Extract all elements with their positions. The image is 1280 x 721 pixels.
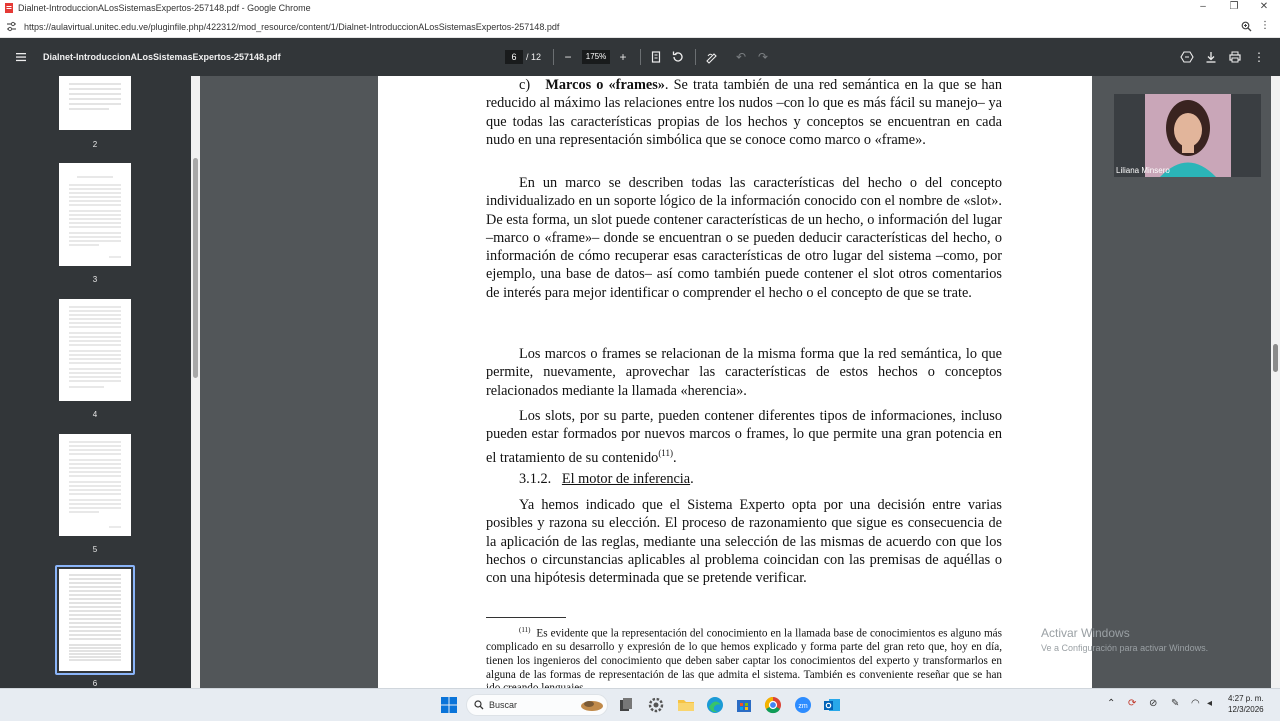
paragraph-end: . (672, 449, 677, 466)
pdf-icon (5, 3, 13, 13)
paragraph-text: En un marco se describen todas las carac… (486, 175, 1002, 301)
microphone-icon[interactable]: ✎ (1171, 698, 1179, 709)
thumbnail-page-6[interactable] (59, 569, 131, 671)
pdf-toolbar: Dialnet-IntroduccionALosSistemasExpertos… (0, 38, 1280, 76)
url-text[interactable]: https://aulavirtual.unitec.edu.ve/plugin… (24, 22, 559, 32)
page-total: / 12 (526, 52, 542, 62)
settings-icon[interactable] (646, 695, 666, 715)
window-title: Dialnet-IntroduccionALosSistemasExpertos… (18, 3, 311, 13)
task-view-icon[interactable] (616, 695, 636, 715)
thumbnail-page-4[interactable] (59, 299, 131, 401)
chrome-icon[interactable] (763, 695, 783, 715)
volume-icon[interactable]: ◂ (1207, 698, 1212, 709)
thumbnail-label: 5 (92, 545, 98, 554)
fit-page-icon[interactable] (649, 50, 663, 64)
footnote-ref[interactable]: (11) (658, 448, 673, 458)
thumbnail-page-2[interactable] (59, 76, 131, 130)
thumbnail-sidebar: 2 3 4 5 6 (0, 76, 200, 688)
download-icon[interactable] (1204, 50, 1218, 64)
more-options-icon[interactable]: ⋮ (1252, 50, 1266, 64)
paragraph-motor: Ya hemos indicado que el Sistema Experto… (486, 496, 1002, 587)
annotate-icon[interactable] (705, 50, 719, 64)
thumbnail-label: 4 (92, 410, 98, 419)
participant-avatar (1114, 94, 1261, 177)
close-button[interactable]: ✕ (1254, 1, 1274, 12)
document-scrollbar[interactable] (1271, 76, 1280, 688)
site-info-icon[interactable] (6, 21, 17, 32)
zoom-out-icon[interactable]: − (561, 50, 575, 64)
outlook-icon[interactable] (822, 695, 842, 715)
thumbnail-page-3[interactable] (59, 163, 131, 266)
zoom-input[interactable]: 175% (582, 50, 610, 64)
restore-button[interactable]: ❐ (1224, 1, 1244, 12)
document-scrollbar-thumb[interactable] (1273, 344, 1278, 372)
heading-number: 3.1.2. (519, 471, 552, 487)
clock-time: 4:27 p. m. (1228, 694, 1264, 703)
activation-watermark: Activar Windows (1041, 626, 1130, 640)
sidebar-scrollbar-thumb[interactable] (193, 158, 198, 378)
thumbnail-label: 3 (92, 275, 98, 284)
paragraph-marcos: c) Marcos o «frames». Se trata también d… (486, 76, 1002, 149)
participant-name: Liliana Minsero (1116, 166, 1170, 175)
divider (640, 49, 641, 65)
video-tile[interactable]: Liliana Minsero (1114, 94, 1261, 177)
search-highlight-icon (581, 701, 603, 711)
windows-taskbar: Buscar zm ⌃ ⟳ ⊘ ✎ ◠ ◂ 4:27 p. m. 12/3/20… (0, 688, 1280, 721)
footnote-text: Es evidente que la representación del co… (486, 627, 1002, 688)
drive-icon[interactable] (1180, 50, 1194, 64)
thumbnail-label: 6 (92, 679, 98, 688)
redo-icon[interactable]: ↷ (756, 50, 770, 64)
document-title: Dialnet-IntroduccionALosSistemasExpertos… (43, 52, 281, 62)
paragraph-marco-describe: En un marco se describen todas las carac… (486, 174, 1002, 302)
search-icon (474, 700, 484, 710)
svg-text:zm: zm (798, 703, 808, 710)
footnote-divider (486, 617, 566, 618)
zoom-in-icon[interactable]: + (616, 50, 630, 64)
heading-text: El motor de inferencia (561, 471, 691, 487)
footnote-mark: (11) (519, 626, 531, 634)
pdf-page: c) Marcos o «frames». Se trata también d… (378, 76, 1092, 688)
thumbnail-label: 2 (92, 140, 98, 149)
list-marker: c) (519, 77, 546, 93)
print-icon[interactable] (1228, 50, 1242, 64)
store-icon[interactable] (734, 695, 754, 715)
paragraph-text: Los marcos o frames se relacionan de la … (486, 346, 1002, 399)
minimize-button[interactable]: – (1193, 1, 1213, 12)
network-off-icon[interactable]: ⊘ (1149, 698, 1157, 709)
section-heading: 3.1.2. El motor de inferencia. (486, 470, 1002, 488)
thumbnail-page-5[interactable] (59, 434, 131, 536)
term-marcos: Marcos o «frames» (545, 77, 665, 93)
wifi-icon[interactable]: ◠ (1191, 698, 1200, 709)
edge-icon[interactable] (705, 695, 725, 715)
windows-start-icon[interactable] (439, 695, 459, 715)
heading-end: . (690, 471, 694, 487)
hamburger-icon[interactable] (14, 50, 28, 64)
browser-menu-icon[interactable]: ⋮ (1260, 20, 1270, 31)
search-label: Buscar (489, 700, 518, 710)
chevron-up-icon[interactable]: ⌃ (1107, 698, 1115, 709)
paragraph-relacionan: Los marcos o frames se relacionan de la … (486, 345, 1002, 400)
footnote: (11) Es evidente que la representación d… (486, 624, 1002, 688)
activation-watermark-sub: Ve a Configuración para activar Windows. (1041, 643, 1209, 653)
paragraph-text: Ya hemos indicado que el Sistema Experto… (486, 497, 1002, 587)
file-explorer-icon[interactable] (676, 695, 696, 715)
paragraph-text: Los slots, por su parte, pueden contener… (486, 408, 1002, 466)
address-bar: https://aulavirtual.unitec.edu.ve/plugin… (0, 17, 1280, 38)
taskbar-search[interactable]: Buscar (466, 694, 608, 716)
window-titlebar: Dialnet-IntroduccionALosSistemasExpertos… (0, 0, 1280, 17)
zoom-icon[interactable] (1241, 21, 1252, 32)
divider (553, 49, 554, 65)
pdf-viewer: c) Marcos o «frames». Se trata también d… (200, 76, 1271, 688)
divider (695, 49, 696, 65)
sync-icon[interactable]: ⟳ (1128, 698, 1136, 709)
system-clock[interactable]: 4:27 p. m. 12/3/2026 (1228, 693, 1264, 715)
clock-date: 12/3/2026 (1228, 705, 1264, 714)
page-number-input[interactable]: 6 (505, 50, 523, 64)
zoom-app-icon[interactable]: zm (793, 695, 813, 715)
undo-icon[interactable]: ↶ (734, 50, 748, 64)
sidebar-scrollbar[interactable] (191, 76, 200, 688)
paragraph-slots: Los slots, por su parte, pueden contener… (486, 407, 1002, 467)
rotate-icon[interactable] (671, 50, 685, 64)
